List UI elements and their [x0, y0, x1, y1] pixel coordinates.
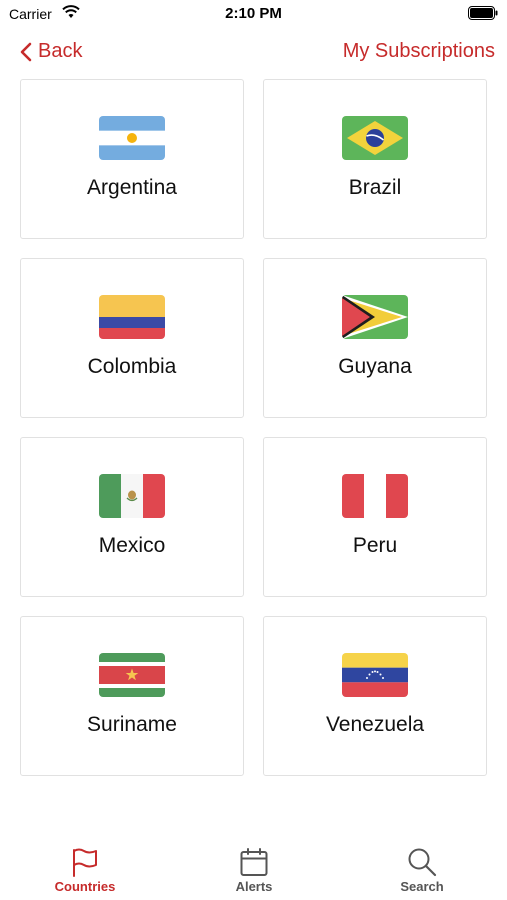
my-subscriptions-button[interactable]: My Subscriptions: [343, 40, 495, 63]
tab-bar: Countries Alerts Search: [0, 840, 507, 900]
tab-label: Search: [400, 879, 444, 894]
search-icon: [408, 848, 437, 877]
argentina-flag-icon: [99, 116, 165, 160]
country-name: Guyana: [338, 355, 412, 378]
country-card-colombia[interactable]: Colombia: [20, 258, 244, 418]
country-name: Suriname: [87, 713, 177, 736]
country-card-peru[interactable]: Peru: [263, 437, 487, 597]
tab-label: Alerts: [235, 879, 273, 894]
country-name: Argentina: [87, 176, 177, 199]
status-bar: Carrier 2:10 PM: [0, 0, 507, 30]
tab-alerts[interactable]: Alerts: [194, 846, 314, 894]
country-name: Colombia: [87, 355, 177, 378]
country-name: Mexico: [98, 534, 166, 557]
venezuela-flag-icon: [342, 653, 408, 697]
country-name: Peru: [352, 534, 398, 557]
suriname-flag-icon: [99, 653, 165, 697]
country-name: Brazil: [348, 176, 402, 199]
brazil-flag-icon: [342, 116, 408, 160]
guyana-flag-icon: [342, 295, 408, 339]
tab-label: Countries: [54, 879, 116, 894]
peru-flag-icon: [342, 474, 408, 518]
country-card-suriname[interactable]: Suriname: [20, 616, 244, 776]
country-card-guyana[interactable]: Guyana: [263, 258, 487, 418]
country-card-brazil[interactable]: Brazil: [263, 79, 487, 239]
tab-search[interactable]: Search: [362, 846, 482, 894]
tab-countries[interactable]: Countries: [25, 846, 145, 894]
flag-icon: [73, 848, 97, 877]
navigation-bar: Back My Subscriptions: [0, 36, 507, 70]
country-card-argentina[interactable]: Argentina: [20, 79, 244, 239]
back-label: Back: [38, 40, 83, 62]
country-name: Venezuela: [325, 713, 425, 736]
chevron-left-icon: [20, 42, 32, 61]
country-card-venezuela[interactable]: Venezuela: [263, 616, 487, 776]
country-card-mexico[interactable]: Mexico: [20, 437, 244, 597]
calendar-icon: [240, 848, 268, 876]
mexico-flag-icon: [99, 474, 165, 518]
colombia-flag-icon: [99, 295, 165, 339]
back-button[interactable]: Back: [20, 40, 82, 63]
status-time: 2:10 PM: [225, 5, 282, 22]
battery-icon: [468, 6, 498, 20]
